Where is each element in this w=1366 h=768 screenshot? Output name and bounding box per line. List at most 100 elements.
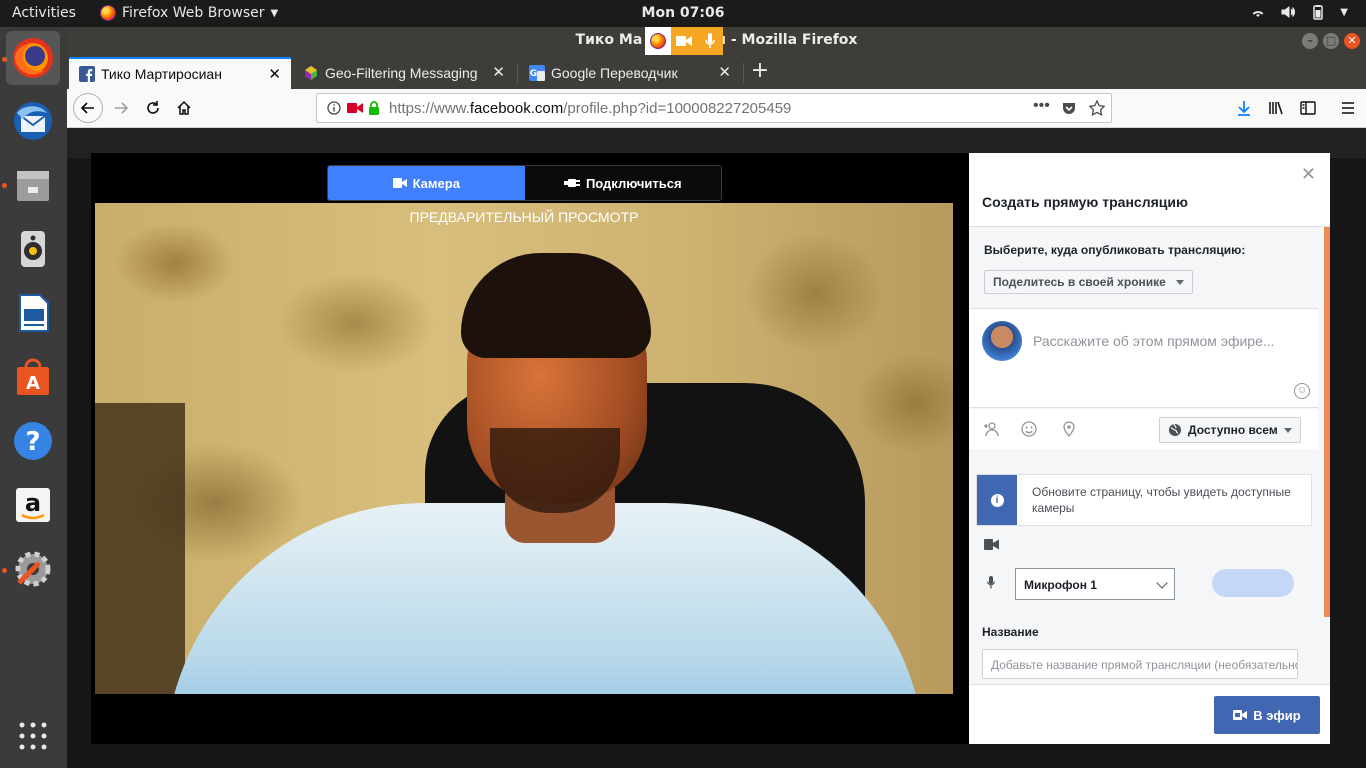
back-button[interactable] (73, 93, 103, 123)
tab-facebook-profile[interactable]: Тико Мартиросиан ✕ (69, 57, 291, 89)
tab-google-translate[interactable]: G Google Переводчик ✕ (519, 57, 741, 89)
wifi-icon (1252, 11, 1264, 17)
video-camera-icon (1233, 710, 1248, 720)
home-button[interactable] (170, 94, 198, 122)
rhythmbox-launcher[interactable] (6, 222, 60, 276)
publish-target-dropdown[interactable]: Поделитесь в своей хронике (984, 270, 1193, 294)
pocket-icon[interactable] (1061, 100, 1077, 116)
forward-button[interactable] (107, 94, 135, 122)
notice-message: Обновите страницу, чтобы увидеть доступн… (1032, 485, 1291, 515)
publish-where-label: Выберите, куда опубликовать трансляцию: (984, 243, 1246, 257)
navigation-toolbar: https://www.facebook.com/profile.php?id=… (67, 89, 1366, 128)
clock[interactable]: Mon 07:06 (642, 5, 725, 21)
app-menu[interactable]: Firefox Web Browser ▼ (100, 5, 278, 21)
ubuntu-dock: A ? a (0, 27, 67, 768)
system-tray[interactable]: ▼ (1250, 4, 1348, 20)
amazon-icon: a (16, 488, 50, 522)
panel-scrollbar[interactable] (1324, 227, 1330, 617)
close-tab-icon[interactable]: ✕ (492, 63, 505, 81)
info-icon[interactable] (327, 101, 341, 115)
tag-friends-icon[interactable] (982, 421, 1000, 439)
minimize-button[interactable]: – (1302, 33, 1318, 49)
files-launcher[interactable] (6, 158, 60, 212)
tab-connect[interactable]: Подключиться (524, 166, 721, 200)
shopping-bag-icon: A (17, 358, 49, 395)
lock-icon[interactable] (368, 100, 380, 116)
svg-text:a: a (25, 489, 41, 517)
amazon-launcher[interactable]: a (6, 478, 60, 532)
close-tab-icon[interactable]: ✕ (268, 65, 281, 83)
page-actions-icon[interactable]: ••• (1033, 97, 1050, 115)
microphone-value: Микрофон 1 (1024, 578, 1097, 592)
camera-preview-video (95, 203, 953, 694)
globe-icon (1169, 423, 1181, 436)
firefox-icon (13, 38, 53, 78)
arrow-right-icon (115, 102, 129, 114)
power-menu-icon: ▼ (1340, 6, 1348, 18)
tab-label: Geo-Filtering Messaging (325, 65, 478, 81)
tab-geo-filtering[interactable]: Geo-Filtering Messaging ✕ (293, 57, 515, 89)
notice-icon-bar: i (977, 475, 1017, 525)
sharing-indicator[interactable] (645, 27, 723, 55)
panel-title: Создать прямую трансляцию (982, 194, 1188, 210)
url-text: https://www.facebook.com/profile.php?id=… (389, 100, 792, 117)
audience-dropdown[interactable]: Доступно всем (1159, 417, 1301, 443)
download-icon[interactable] (1236, 100, 1252, 116)
close-icon[interactable]: ✕ (1301, 164, 1316, 185)
stream-title-input[interactable]: Добавьте название прямой трансляции (нео… (982, 649, 1298, 679)
tab-connect-label: Подключиться (585, 175, 682, 191)
microphone-sharing-icon (697, 27, 723, 55)
settings-gear-icon (15, 551, 51, 587)
tab-bar: Тико Мартиросиан ✕ Geo-Filtering Messagi… (67, 55, 1366, 89)
writer-launcher[interactable] (6, 286, 60, 340)
feeling-emoji-icon[interactable] (1020, 421, 1038, 439)
thunderbird-launcher[interactable] (6, 94, 60, 148)
microphone-select[interactable]: Микрофон 1 (1015, 568, 1175, 600)
camera-permission-icon[interactable] (347, 102, 363, 114)
maximize-button[interactable]: □ (1323, 33, 1339, 49)
description-composer[interactable]: Расскажите об этом прямом эфире... ☺ (969, 308, 1318, 408)
source-switcher: Камера Подключиться (327, 165, 722, 201)
help-launcher[interactable]: ? (6, 414, 60, 468)
document-writer-icon (19, 294, 49, 332)
reload-button[interactable] (139, 94, 167, 122)
caret-down-icon (1283, 427, 1292, 433)
tab-label: Google Переводчик (551, 65, 678, 81)
app-menu-label: Firefox Web Browser (122, 5, 265, 21)
location-pin-icon[interactable] (1060, 421, 1078, 439)
tab-camera[interactable]: Камера (328, 166, 525, 200)
tab-separator (517, 63, 518, 83)
url-bar[interactable]: https://www.facebook.com/profile.php?id=… (316, 93, 1112, 123)
publish-target-value: Поделитесь в своей хронике (993, 275, 1166, 289)
tab-separator (743, 63, 744, 83)
geo-filter-icon (305, 66, 317, 80)
panel-body (969, 227, 1330, 684)
volume-icon (1281, 6, 1296, 18)
show-applications-button[interactable] (6, 709, 60, 763)
microphone-icon (987, 576, 995, 589)
software-launcher[interactable]: A (6, 350, 60, 404)
caret-down-icon (1175, 279, 1184, 285)
activities-button[interactable]: Activities (12, 5, 76, 21)
app-grid-icon (19, 722, 47, 750)
camera-sharing-icon (671, 27, 697, 55)
settings-launcher[interactable] (6, 542, 60, 596)
person-hair (461, 253, 651, 358)
reload-icon (147, 101, 159, 114)
plus-icon: + (750, 58, 770, 83)
emoji-icon[interactable]: ☺ (1294, 383, 1310, 399)
library-icon[interactable] (1268, 100, 1284, 116)
sidebar-icon[interactable] (1300, 100, 1316, 116)
bookmark-star-icon[interactable] (1089, 100, 1105, 116)
window-titlebar[interactable]: Тико Ма н - Mozilla Firefox – □ ✕ (67, 27, 1366, 55)
new-tab-button[interactable]: + (748, 60, 772, 84)
info-icon: i (990, 493, 1004, 507)
audience-value: Доступно всем (1188, 423, 1278, 437)
close-window-button[interactable]: ✕ (1344, 33, 1360, 49)
go-live-button[interactable]: В эфир (1214, 696, 1320, 734)
close-tab-icon[interactable]: ✕ (718, 63, 731, 81)
panel-footer: В эфир (969, 684, 1330, 744)
firefox-launcher[interactable] (6, 31, 60, 85)
hamburger-menu-icon[interactable] (1340, 100, 1356, 116)
chevron-down-icon (1156, 577, 1168, 589)
